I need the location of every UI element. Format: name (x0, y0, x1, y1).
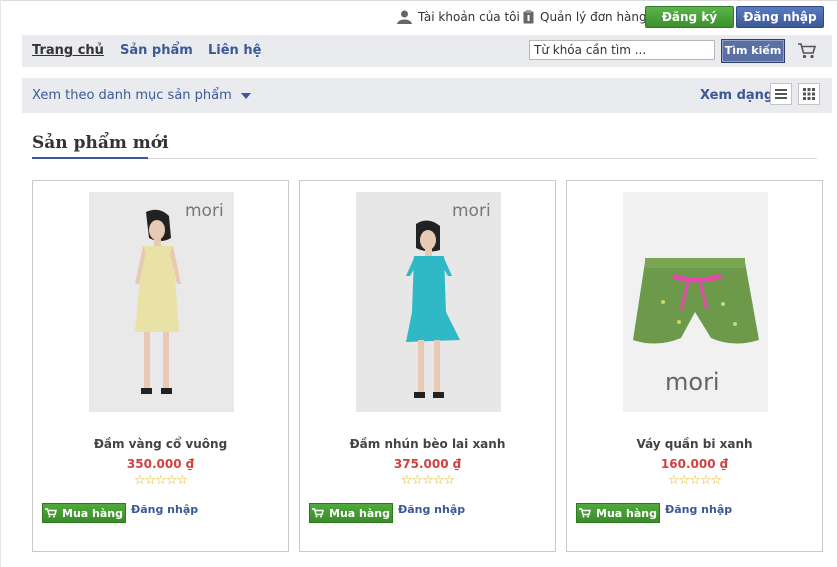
my-account-label: Tài khoản của tôi (418, 10, 520, 24)
category-bar: Xem theo danh mục sản phẩm Xem dạng: (22, 78, 832, 113)
card-login-link[interactable]: Đăng nhập (665, 503, 732, 516)
buy-button-label: Mua hàng (596, 506, 657, 520)
product-card: mori Đầm nhún bèo lai xanh 375.000 ₫ ☆☆☆… (299, 180, 556, 552)
search-input[interactable] (529, 40, 715, 60)
product-name[interactable]: Váy quần bi xanh (567, 437, 822, 451)
user-icon (397, 10, 412, 24)
category-dropdown-label: Xem theo danh mục sản phẩm (32, 88, 232, 103)
product-name[interactable]: Đầm vàng cổ vuông (33, 437, 288, 451)
section-divider (32, 158, 817, 159)
cart-icon (579, 508, 591, 518)
search-button[interactable]: Tìm kiếm (721, 39, 785, 63)
product-image[interactable]: mori (356, 192, 501, 412)
nav-contact[interactable]: Liên hệ (208, 43, 261, 58)
nav-home[interactable]: Trang chủ (32, 43, 104, 58)
caret-down-icon (240, 92, 251, 99)
product-price: 375.000 ₫ (393, 457, 462, 471)
list-icon (775, 89, 787, 99)
buy-button[interactable]: Mua hàng (42, 503, 126, 523)
grid-icon (803, 88, 815, 100)
buy-button[interactable]: Mua hàng (309, 503, 393, 523)
rating-stars: ☆☆☆☆☆ (667, 473, 722, 488)
cart-icon[interactable] (797, 42, 817, 59)
top-border (0, 0, 837, 1)
brand-logo: mori (665, 368, 720, 396)
my-account-link[interactable]: Tài khoản của tôi (397, 10, 520, 24)
product-price: 160.000 ₫ (660, 457, 729, 471)
cart-icon (312, 508, 324, 518)
card-login-link[interactable]: Đăng nhập (131, 503, 198, 516)
section-title-underline (32, 157, 148, 159)
product-image[interactable]: mori (89, 192, 234, 412)
view-mode-label: Xem dạng: (700, 88, 779, 103)
buy-button-label: Mua hàng (62, 506, 123, 520)
cart-icon (45, 508, 57, 518)
rating-stars: ☆☆☆☆☆ (133, 473, 188, 488)
utility-bar: Tài khoản của tôi Quản lý đơn hàng Đăng … (0, 6, 837, 28)
product-name[interactable]: Đầm nhún bèo lai xanh (300, 437, 555, 451)
login-button[interactable]: Đăng nhập (736, 6, 824, 28)
buy-button[interactable]: Mua hàng (576, 503, 660, 523)
product-price: 350.000 ₫ (126, 457, 195, 471)
left-border (0, 0, 1, 567)
brand-logo: mori (185, 201, 224, 221)
product-card: mori Váy quần bi xanh 160.000 ₫ ☆☆☆☆☆ Mu… (566, 180, 823, 552)
list-view-button[interactable] (770, 83, 792, 105)
register-button[interactable]: Đăng ký (645, 6, 734, 28)
main-nav: Trang chủ Sản phẩm Liên hệ Tìm kiếm (22, 35, 832, 67)
order-management-label: Quản lý đơn hàng (540, 10, 647, 24)
nav-products[interactable]: Sản phẩm (120, 43, 193, 58)
section-title: Sản phẩm mới (32, 133, 169, 153)
order-management-link[interactable]: Quản lý đơn hàng (523, 10, 647, 24)
product-image[interactable]: mori (623, 192, 768, 412)
buy-button-label: Mua hàng (329, 506, 390, 520)
card-login-link[interactable]: Đăng nhập (398, 503, 465, 516)
product-card: mori Đầm vàng cổ vuông 350.000 ₫ ☆☆☆☆☆ M… (32, 180, 289, 552)
category-dropdown[interactable]: Xem theo danh mục sản phẩm (32, 88, 251, 103)
grid-view-button[interactable] (798, 83, 820, 105)
clipboard-icon (523, 10, 534, 24)
rating-stars: ☆☆☆☆☆ (400, 473, 455, 488)
brand-logo: mori (452, 201, 491, 221)
